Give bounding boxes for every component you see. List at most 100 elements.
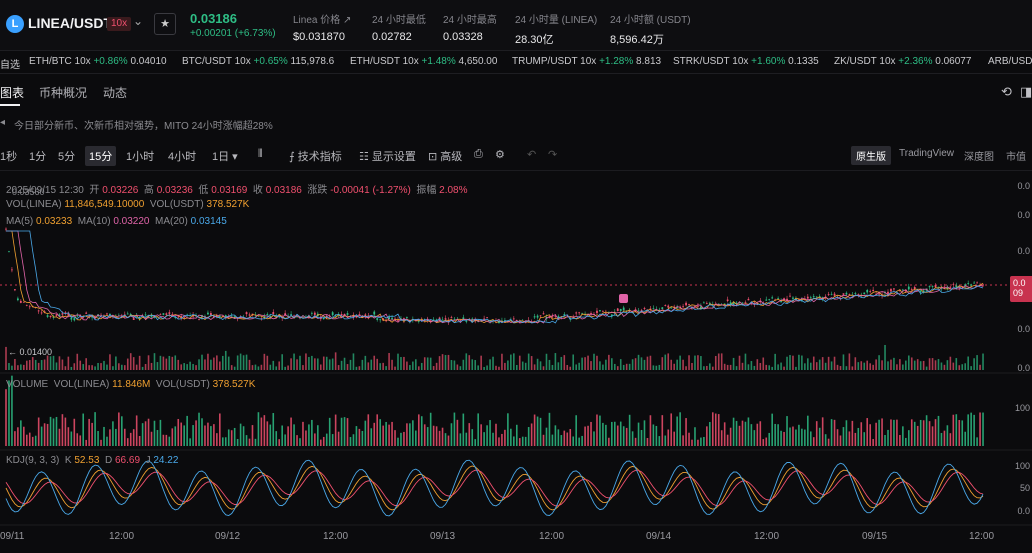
candle-body [667,305,670,308]
volume-bar [346,418,349,446]
volume-bar [619,421,622,446]
candle-body [833,293,836,296]
candle-body [643,307,646,309]
volume-bar [637,422,640,446]
volume-bar-overlay [281,354,283,370]
candle-body [907,286,910,290]
candle-body [602,310,604,312]
volume-bar-overlay [367,362,370,370]
volume-bar-overlay [257,366,260,370]
volume-bar [435,426,438,446]
volume-bar-overlay [168,355,171,370]
volume-bar [554,425,557,446]
volume-bar-overlay [967,356,969,370]
volume-bar [652,424,655,446]
volume-bar-overlay [869,363,871,370]
volume-bar [112,421,114,446]
kdj-d-line [5,469,984,507]
volume-bar [412,420,414,446]
volume-bar [807,415,809,446]
volume-bar-overlay [450,360,453,370]
candle-body [768,299,771,301]
volume-bar [397,437,399,446]
current-price-tag: 0.0 09 [1010,276,1032,302]
volume-bar-overlay [896,364,898,370]
candle-body [61,313,64,315]
candle-body [688,304,690,305]
candle-body [705,303,708,304]
current-price-countdown: 09 [1013,288,1024,298]
volume-bar [750,424,753,446]
volume-bar-overlay [67,356,70,370]
volume-bar [530,423,533,446]
volume-bar [768,432,771,446]
volume-bar [593,431,595,446]
volume-bar-overlay [616,366,619,370]
volume-bar [465,432,468,446]
volume-bar [325,433,328,446]
volume-bar [361,430,364,446]
volume-bar [251,425,254,446]
candle-body [441,319,444,321]
volume-bar-overlay [322,356,325,370]
volume-bar-overlay [55,362,58,370]
volume-bar-overlay [700,356,702,370]
volume-bar [456,419,459,446]
volume-bar [667,429,670,446]
volume-bar [198,412,200,446]
volume-bar-overlay [709,363,711,370]
volume-bar-overlay [370,359,373,370]
candle-body [28,306,31,308]
candle-body [406,316,408,318]
volume-bar-overlay [913,360,916,370]
candle-body [622,307,625,311]
volume-bar [536,416,539,446]
volume-bar [762,439,765,446]
volume-bar [417,414,420,446]
volume-bar [575,415,577,446]
volume-bar-overlay [135,364,138,370]
volume-bar [979,412,981,446]
volume-bar [180,422,183,446]
volume-bar-overlay [438,356,441,370]
volume-bar-overlay [845,366,848,370]
volume-bar [284,434,286,446]
volume-bar-overlay [501,353,503,370]
candle-body [11,269,13,271]
volume-bar [676,416,678,446]
volume-bar-overlay [198,359,200,370]
volume-bar [287,426,289,446]
volume-bar [982,412,984,446]
price-chart[interactable] [0,0,1032,553]
volume-bar-overlay [670,359,673,370]
volume-bar [688,432,690,446]
volume-bar-overlay [652,365,655,370]
volume-bar [266,421,269,446]
volume-bar [729,427,732,446]
volume-bar [913,421,916,446]
volume-bar [943,430,946,446]
candle-body [652,308,655,310]
volume-bar-overlay [308,356,310,370]
volume-bar-overlay [809,362,812,370]
volume-bar [961,420,964,446]
volume-bar [269,424,272,446]
volume-bar-overlay [777,364,779,370]
volume-bar [527,427,530,446]
ohlc-chg: -0.00041 (-1.27%) [330,185,411,196]
candle-body [106,313,108,315]
candle-body [563,314,566,315]
volume-bar [735,420,738,446]
volume-bar-overlay [319,364,322,370]
volume-bar [423,424,426,446]
volume-bar-overlay [747,364,750,370]
volume-bar-overlay [118,363,120,370]
volume-bar-overlay [432,366,435,370]
volume-bar-overlay [346,364,349,370]
volume-bar [661,415,664,446]
volume-bar [73,418,76,446]
volume-bar-overlay [14,358,16,370]
volume-bar-overlay [970,366,972,370]
volume-bar [545,427,548,446]
volume-bar-overlay [759,363,762,370]
